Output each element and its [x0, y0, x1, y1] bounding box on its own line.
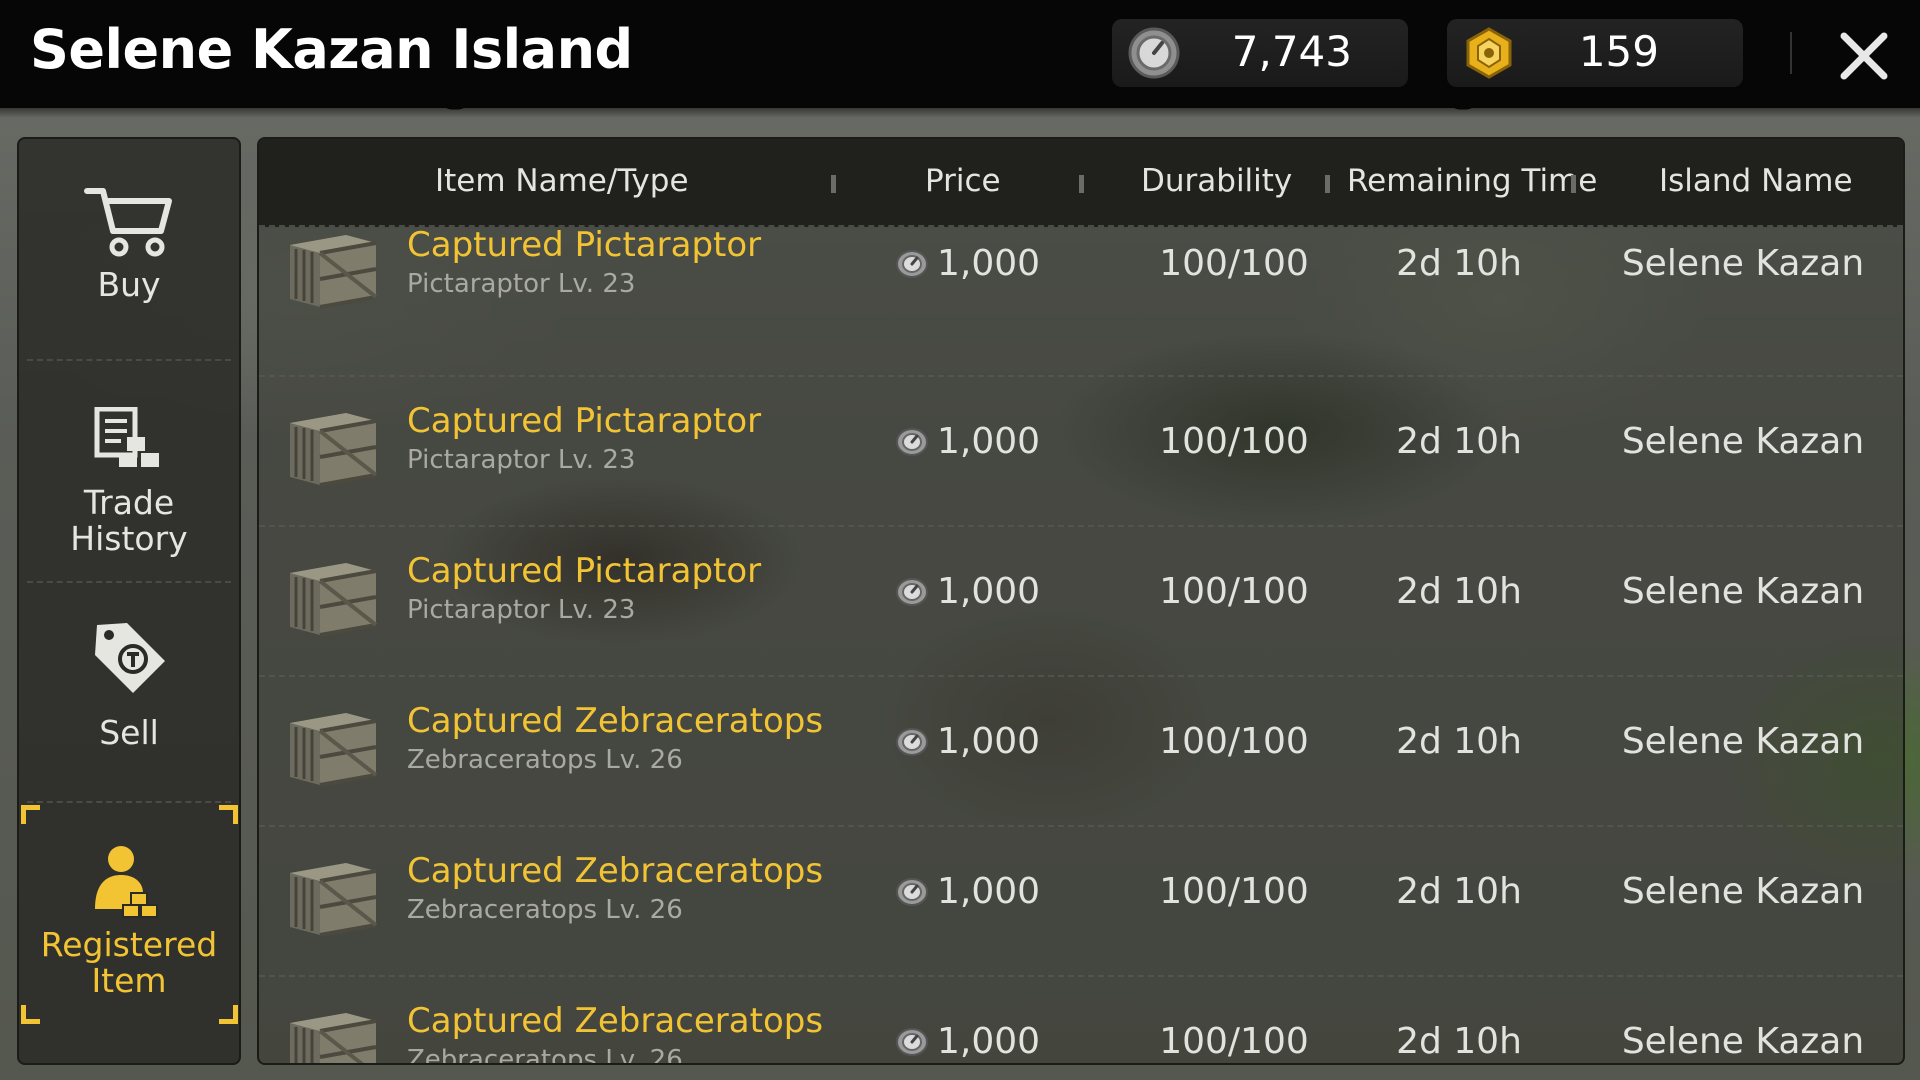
item-durability: 100/100 — [1159, 243, 1309, 284]
page-title: Selene Kazan Island — [30, 18, 633, 81]
selection-corner — [21, 1005, 40, 1024]
item-remaining-time: 2d 10h — [1396, 243, 1522, 284]
price-tag-icon — [95, 623, 165, 693]
coin-counter: 7,743 — [1112, 19, 1408, 87]
item-remaining-time: 2d 10h — [1396, 721, 1522, 762]
item-durability: 100/100 — [1159, 721, 1309, 762]
item-remaining-time: 2d 10h — [1396, 1021, 1522, 1062]
gem-counter: 159 — [1447, 19, 1743, 87]
item-type: Zebraceratops Lv. 26 — [407, 745, 683, 775]
item-type: Zebraceratops Lv. 26 — [407, 1045, 683, 1065]
item-durability: 100/100 — [1159, 571, 1309, 612]
nav-buy-label: Buy — [97, 265, 161, 304]
selection-corner — [219, 1005, 238, 1024]
item-durability: 100/100 — [1159, 871, 1309, 912]
item-island-name: Selene Kazan — [1621, 571, 1865, 612]
item-price: 1,000 — [937, 871, 1041, 912]
table-row[interactable]: Captured Zebraceratops Zebraceratops Lv. … — [259, 675, 1903, 827]
item-island-name: Selene Kazan — [1621, 721, 1865, 762]
column-divider — [1079, 175, 1084, 193]
nav-divider — [27, 581, 231, 583]
column-header-durability[interactable]: Durability — [1141, 163, 1292, 199]
item-type: Pictaraptor Lv. 23 — [407, 269, 636, 299]
selection-corner — [219, 805, 238, 824]
item-durability: 100/100 — [1159, 1021, 1309, 1062]
item-name: Captured Zebraceratops — [407, 1001, 824, 1041]
item-remaining-time: 2d 10h — [1396, 571, 1522, 612]
user-stack-icon — [95, 846, 158, 918]
silver-coin-icon — [895, 727, 929, 757]
item-island-name: Selene Kazan — [1621, 871, 1865, 912]
gold-gem-icon — [1466, 27, 1512, 79]
divider — [1790, 32, 1792, 74]
top-bar: Selene Kazan Island 7,743 159 — [0, 0, 1920, 108]
silver-coin-icon — [895, 577, 929, 607]
item-price: 1,000 — [937, 1021, 1041, 1062]
crate-icon — [286, 557, 380, 639]
close-icon[interactable] — [1836, 28, 1892, 84]
item-price: 1,000 — [937, 243, 1041, 284]
item-island-name: Selene Kazan — [1621, 243, 1865, 284]
item-name: Captured Zebraceratops — [407, 701, 824, 741]
column-divider — [1325, 175, 1330, 193]
crate-icon — [286, 229, 380, 311]
nav-divider — [27, 359, 231, 361]
item-name: Captured Pictaraptor — [407, 551, 762, 591]
item-remaining-time: 2d 10h — [1396, 871, 1522, 912]
silver-coin-icon — [895, 877, 929, 907]
column-divider — [831, 175, 836, 193]
item-name: Captured Pictaraptor — [407, 225, 762, 265]
nav-registered-label-2: Item — [91, 961, 167, 1000]
table-row[interactable]: Captured Pictaraptor Pictaraptor Lv. 23 1,… — [259, 225, 1903, 377]
nav-buy[interactable]: Buy — [19, 183, 239, 303]
nav-registered-label-1: Registered — [40, 925, 218, 964]
item-price: 1,000 — [937, 421, 1041, 462]
cart-icon — [84, 188, 172, 257]
crate-icon — [286, 1007, 380, 1063]
crate-icon — [286, 407, 380, 489]
table-row[interactable]: Captured Pictaraptor Pictaraptor Lv. 23 1,… — [259, 375, 1903, 527]
silver-coin-icon — [1128, 27, 1180, 79]
ledger-icon — [94, 406, 159, 467]
item-remaining-time: 2d 10h — [1396, 421, 1522, 462]
item-island-name: Selene Kazan — [1621, 1021, 1865, 1062]
nav-trade-history-label-1: Trade — [83, 483, 175, 522]
column-header-island-name[interactable]: Island Name — [1659, 163, 1853, 199]
coin-amount: 7,743 — [1231, 27, 1352, 76]
nav-divider — [27, 801, 231, 803]
gem-amount: 159 — [1578, 27, 1659, 76]
top-bar-rough-edge — [0, 100, 1920, 118]
nav-registered-item[interactable]: Registered Item — [19, 843, 239, 1063]
item-type: Zebraceratops Lv. 26 — [407, 895, 683, 925]
crate-icon — [286, 857, 380, 939]
table-header: Item Name/Type Price Durability Remainin… — [259, 139, 1903, 227]
item-type: Pictaraptor Lv. 23 — [407, 595, 636, 625]
item-type: Pictaraptor Lv. 23 — [407, 445, 636, 475]
silver-coin-icon — [895, 1027, 929, 1057]
column-header-remaining-time[interactable]: Remaining Time — [1347, 163, 1597, 199]
column-header-name[interactable]: Item Name/Type — [435, 163, 689, 199]
item-name: Captured Zebraceratops — [407, 851, 824, 891]
table-row[interactable]: Captured Zebraceratops Zebraceratops Lv. … — [259, 825, 1903, 977]
table-row[interactable]: Captured Zebraceratops Zebraceratops Lv. … — [259, 975, 1903, 1065]
nav-trade-history-label-2: History — [70, 519, 188, 558]
item-name: Captured Pictaraptor — [407, 401, 762, 441]
table-row[interactable]: Captured Pictaraptor Pictaraptor Lv. 23 1,… — [259, 525, 1903, 677]
nav-trade-history[interactable]: Trade History — [19, 406, 239, 558]
silver-coin-icon — [895, 249, 929, 279]
item-durability: 100/100 — [1159, 421, 1309, 462]
side-nav: Buy Trade History Sell Registered Item — [17, 137, 241, 1065]
nav-sell-label: Sell — [99, 713, 159, 752]
crate-icon — [286, 707, 380, 789]
selection-corner — [21, 805, 40, 824]
item-island-name: Selene Kazan — [1621, 421, 1865, 462]
item-price: 1,000 — [937, 571, 1041, 612]
silver-coin-icon — [895, 427, 929, 457]
column-header-price[interactable]: Price — [925, 163, 1001, 199]
registered-items-table: Item Name/Type Price Durability Remainin… — [257, 137, 1905, 1065]
item-price: 1,000 — [937, 721, 1041, 762]
column-divider — [1571, 175, 1576, 193]
nav-sell[interactable]: Sell — [19, 619, 239, 751]
